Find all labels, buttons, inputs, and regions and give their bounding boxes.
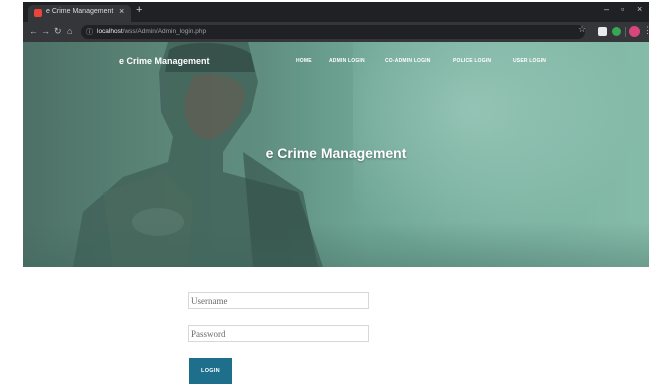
browser-window: e Crime Management × + – ▫ × ← → ↻ ⌂ ⓘ l…: [23, 2, 649, 42]
tab-title: e Crime Management: [46, 8, 114, 15]
nav-admin-login[interactable]: ADMIN LOGIN: [329, 58, 365, 64]
reload-icon[interactable]: ↻: [54, 26, 62, 37]
nav-police-login[interactable]: POLICE LOGIN: [453, 58, 491, 64]
url-text: localhost/wss/Admin/Admin_login.php: [97, 28, 206, 35]
browser-tab[interactable]: e Crime Management ×: [28, 5, 131, 22]
extension-icon[interactable]: [598, 27, 607, 36]
address-bar[interactable]: ⓘ localhost/wss/Admin/Admin_login.php: [81, 25, 585, 39]
username-input[interactable]: [188, 292, 369, 309]
browser-toolbar: ← → ↻ ⌂ ⓘ localhost/wss/Admin/Admin_logi…: [23, 22, 649, 42]
home-icon[interactable]: ⌂: [67, 26, 72, 36]
nav-co-admin-login[interactable]: CO-ADMIN LOGIN: [385, 58, 431, 64]
new-tab-icon[interactable]: +: [136, 4, 142, 16]
minimize-icon[interactable]: –: [604, 4, 609, 14]
login-button[interactable]: LOGIN: [189, 358, 232, 384]
maximize-icon[interactable]: ▫: [621, 4, 624, 14]
close-window-icon[interactable]: ×: [637, 4, 642, 14]
tab-bar: e Crime Management × + – ▫ ×: [23, 2, 649, 22]
site-brand[interactable]: e Crime Management: [119, 56, 210, 66]
url-path: /wss/Admin/Admin_login.php: [122, 28, 207, 35]
back-icon[interactable]: ←: [29, 26, 38, 36]
toolbar-divider: [625, 27, 626, 37]
hero-shade: [23, 222, 649, 267]
hero-banner: e Crime Management HOME ADMIN LOGIN CO-A…: [23, 42, 649, 267]
lock-icon: ⓘ: [86, 29, 93, 36]
nav-home[interactable]: HOME: [296, 58, 312, 64]
extension-icon[interactable]: [612, 27, 621, 36]
tab-close-icon[interactable]: ×: [119, 6, 124, 16]
forward-icon[interactable]: →: [41, 26, 50, 36]
menu-icon[interactable]: ⋮: [643, 25, 649, 36]
hero-title: e Crime Management: [265, 145, 407, 161]
favicon-icon: [34, 9, 42, 17]
url-host: localhost: [97, 28, 123, 35]
star-icon[interactable]: ☆: [578, 24, 586, 35]
nav-user-login[interactable]: USER LOGIN: [513, 58, 546, 64]
password-input[interactable]: [188, 325, 369, 342]
profile-avatar[interactable]: [629, 26, 640, 37]
